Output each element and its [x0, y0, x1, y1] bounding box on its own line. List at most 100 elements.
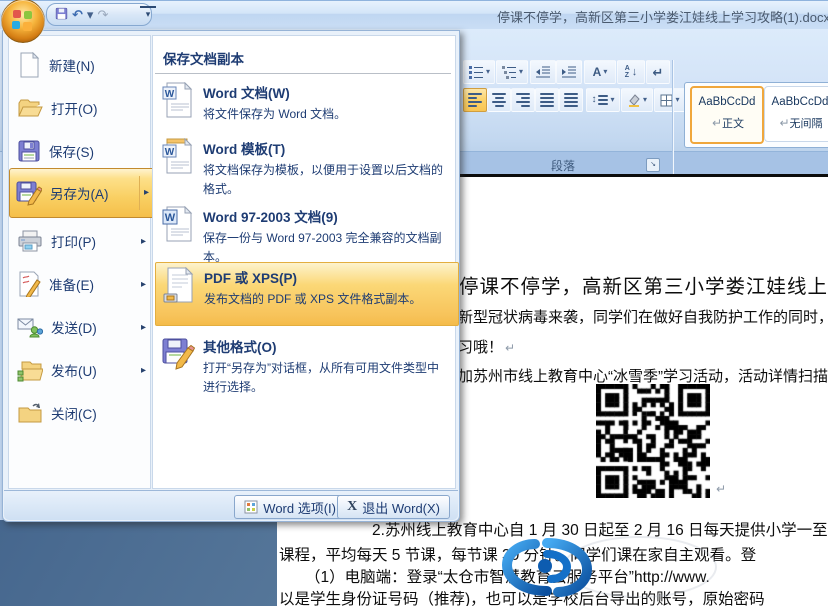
- svg-text:W: W: [165, 147, 175, 158]
- group-separator: [672, 60, 673, 174]
- menu-item-close[interactable]: 关闭(C): [11, 393, 151, 433]
- publish-icon: [17, 358, 43, 382]
- style-chip-no-spacing[interactable]: AaBbCcDd ↵无间隔: [764, 86, 828, 142]
- word-2007-window: 停课不停学，高新区第三小学娄江娃线上学习攻略(1).docx - Micr ↶ …: [0, 0, 828, 606]
- paragraph-mark-icon: ↵: [653, 66, 664, 79]
- menu-item-open[interactable]: 打开(O): [11, 88, 151, 128]
- options-icon: [244, 500, 258, 514]
- dropdown-icon: ▾: [643, 96, 647, 104]
- submenu-item-word-template[interactable]: W Word 模板(T) 将文档保存为模板，以便用于设置以后文档的格式。: [155, 134, 457, 198]
- office-menu-left-column: 新建(N) 打开(O) 保存(S) 另存为(A) ▸ 打印(P) ▸: [8, 35, 151, 489]
- svg-text:W: W: [165, 89, 175, 100]
- document-window-background: [0, 520, 277, 606]
- decrease-indent-button[interactable]: [530, 60, 556, 84]
- sort-down-icon: ↓: [632, 67, 638, 78]
- paragraph-group-label: 段落: [508, 157, 618, 174]
- word-options-button[interactable]: Word 选项(I): [234, 495, 346, 519]
- submenu-header: 保存文档副本: [163, 48, 244, 68]
- style-pilcrow-icon: ↵: [712, 116, 722, 130]
- customize-quick-access-icon[interactable]: ▾: [140, 6, 156, 23]
- submenu-item-other-formats[interactable]: 其他格式(O) 打开“另存为”对话框，从所有可用文件类型中进行选择。: [155, 332, 457, 396]
- menu-item-publish[interactable]: 发布(U) ▸: [11, 350, 151, 390]
- menu-item-save-as[interactable]: 另存为(A) ▸: [9, 168, 155, 218]
- window-title: 停课不停学，高新区第三小学娄江娃线上学习攻略(1).docx - Micr: [497, 7, 828, 26]
- show-marks-button[interactable]: ↵: [646, 60, 670, 84]
- office-menu: 新建(N) 打开(O) 保存(S) 另存为(A) ▸ 打印(P) ▸: [2, 30, 460, 522]
- exit-word-button[interactable]: X 退出 Word(X): [337, 495, 450, 519]
- save-icon: [17, 139, 41, 163]
- save-as-submenu: 保存文档副本 W Word 文档(W) 将文件保存为 Word 文档。 W Wo…: [152, 35, 456, 489]
- borders-button[interactable]: ▾: [654, 88, 686, 112]
- document-line: 习哦！↵: [458, 336, 515, 357]
- menu-item-print[interactable]: 打印(P) ▸: [11, 221, 151, 261]
- save-quick-icon[interactable]: [55, 7, 68, 22]
- paragraph-dialog-launcher[interactable]: ↘: [646, 158, 660, 172]
- submenu-separator: [155, 73, 451, 74]
- pilcrow-icon: ↵: [716, 482, 726, 496]
- submenu-arrow-icon: ▸: [141, 236, 146, 247]
- office-menu-footer: Word 选项(I) X 退出 Word(X): [4, 490, 458, 520]
- word-97-2003-icon: W: [161, 206, 195, 244]
- swirl-logo: [497, 536, 597, 598]
- print-icon: [17, 229, 43, 253]
- redo-icon: ↷: [97, 8, 108, 21]
- multilevel-list-button[interactable]: ▾: [496, 60, 528, 84]
- save-as-icon: [16, 180, 42, 206]
- send-icon: [17, 315, 43, 339]
- menu-item-prepare[interactable]: 准备(E) ▸: [11, 264, 151, 304]
- open-folder-icon: [17, 96, 43, 120]
- submenu-item-pdf-xps[interactable]: PDF 或 XPS(P) 发布文档的 PDF 或 XPS 文件格式副本。: [155, 262, 459, 326]
- submenu-arrow-icon: ▸: [141, 365, 146, 376]
- word-document-icon: W: [161, 82, 195, 120]
- paint-bucket-icon: [627, 93, 641, 107]
- qr-code-image: [596, 384, 710, 498]
- distribute-button[interactable]: [559, 88, 583, 112]
- document-heading: 停课不停学，高新区第三小学娄江娃线上学: [459, 270, 828, 299]
- document-background-strip: [450, 151, 828, 174]
- quick-access-toolbar: ↶ ▾ ↷: [46, 3, 152, 26]
- align-left-button[interactable]: [463, 88, 487, 112]
- align-right-button[interactable]: [511, 88, 535, 112]
- submenu-item-word-document[interactable]: W Word 文档(W) 将文件保存为 Word 文档。: [155, 78, 457, 124]
- asian-layout-button[interactable]: A ▾: [584, 60, 616, 84]
- asian-layout-icon: A: [593, 66, 602, 78]
- dropdown-icon: ▾: [610, 96, 614, 104]
- sort-button[interactable]: A Z ↓: [617, 60, 645, 84]
- align-center-button[interactable]: [487, 88, 511, 112]
- dropdown-icon: ▾: [519, 68, 523, 76]
- prepare-icon: [17, 271, 41, 297]
- menu-item-new[interactable]: 新建(N): [11, 45, 151, 85]
- undo-dropdown-icon[interactable]: ▾: [87, 8, 94, 21]
- office-button[interactable]: [0, 0, 46, 49]
- submenu-arrow-icon: ▸: [139, 176, 149, 210]
- increase-indent-button[interactable]: [556, 60, 582, 84]
- undo-icon[interactable]: ↶: [72, 8, 83, 21]
- menu-item-save[interactable]: 保存(S): [11, 131, 151, 171]
- numbering-button[interactable]: ▾: [463, 60, 495, 84]
- document-line: 加苏州市线上教育中心“冰雪季”学习活动，活动详情扫描二: [458, 365, 828, 386]
- sort-z-glyph: Z: [625, 72, 630, 79]
- dropdown-icon: ▾: [486, 68, 490, 76]
- dropdown-icon: ▾: [603, 68, 607, 76]
- new-document-icon: [17, 52, 41, 78]
- menu-item-send[interactable]: 发送(D) ▸: [11, 307, 151, 347]
- pdf-xps-icon: [162, 267, 196, 305]
- style-chip-normal[interactable]: AaBbCcDd ↵正文: [690, 86, 764, 144]
- style-pilcrow-icon: ↵: [779, 116, 789, 130]
- exit-x-icon: X: [347, 499, 357, 515]
- submenu-arrow-icon: ▸: [141, 322, 146, 333]
- pilcrow-icon: ↵: [505, 341, 515, 355]
- close-folder-icon: [17, 402, 43, 424]
- shading-button[interactable]: ▾: [621, 88, 653, 112]
- document-line: 新型冠状病毒来袭，同学们在做好自我防护工作的同时，可以: [458, 306, 828, 327]
- other-formats-icon: [161, 336, 195, 372]
- word-template-icon: W: [161, 138, 195, 176]
- sort-a-glyph: A: [625, 65, 630, 72]
- justify-button[interactable]: [535, 88, 559, 112]
- line-spacing-icon: ↕: [591, 95, 596, 105]
- submenu-arrow-icon: ▸: [141, 279, 146, 290]
- dropdown-icon: ▾: [675, 96, 679, 104]
- line-spacing-button[interactable]: ↕ ▾: [586, 88, 620, 112]
- svg-text:W: W: [165, 212, 176, 224]
- submenu-item-word-97-2003[interactable]: W Word 97-2003 文档(9) 保存一份与 Word 97-2003 …: [155, 202, 457, 266]
